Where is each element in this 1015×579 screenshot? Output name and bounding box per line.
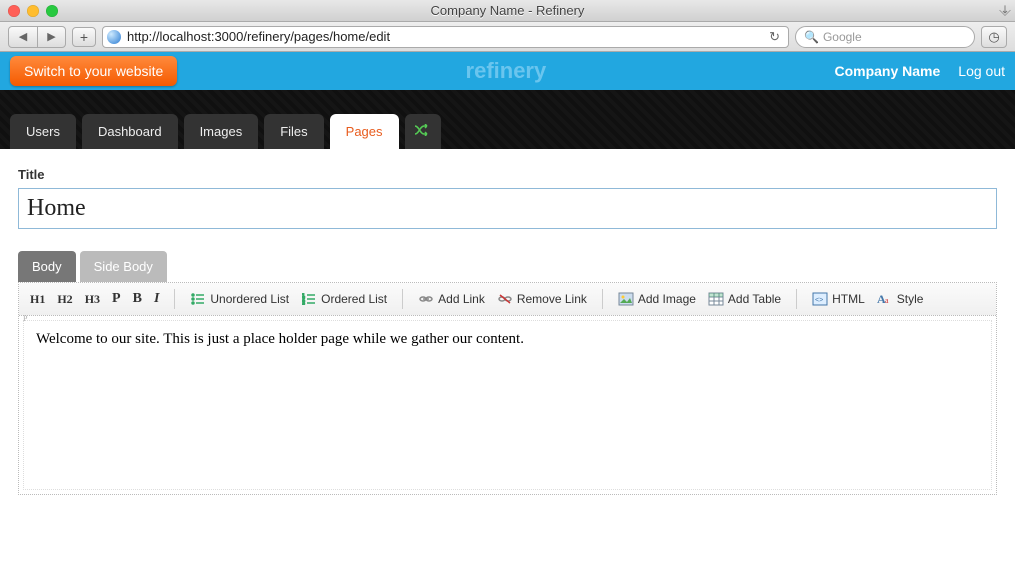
h2-button[interactable]: H2	[54, 290, 75, 309]
paragraph-marker-icon: P	[23, 314, 27, 323]
search-placeholder: Google	[823, 30, 862, 44]
body-tab[interactable]: Body	[18, 251, 76, 282]
editor-text: Welcome to our site. This is just a plac…	[36, 331, 524, 347]
gear-icon: ◷	[988, 29, 999, 45]
link-icon	[418, 291, 434, 307]
separator	[402, 289, 403, 309]
html-icon: <>	[812, 291, 828, 307]
browser-toolbar: ◀ ▶ + http://localhost:3000/refinery/pag…	[0, 22, 1015, 52]
editor: H1 H2 H3 P B I Unordered List 123 Ordere…	[18, 282, 997, 495]
ordered-list-button[interactable]: 123 Ordered List	[298, 289, 390, 309]
unordered-list-icon	[190, 291, 206, 307]
side-body-tab[interactable]: Side Body	[80, 251, 167, 282]
body-tab-row: Body Side Body	[18, 251, 997, 282]
table-icon	[708, 291, 724, 307]
window-title: Company Name - Refinery	[0, 3, 1015, 18]
tab-dashboard[interactable]: Dashboard	[82, 114, 178, 149]
page-title-input[interactable]	[18, 188, 997, 229]
logout-link[interactable]: Log out	[958, 63, 1005, 79]
search-icon: 🔍	[804, 30, 819, 44]
unordered-list-button[interactable]: Unordered List	[187, 289, 292, 309]
url-text: http://localhost:3000/refinery/pages/hom…	[127, 29, 759, 44]
style-icon: Aa	[877, 291, 893, 307]
editor-body[interactable]: P Welcome to our site. This is just a pl…	[23, 320, 992, 490]
remove-link-button[interactable]: Remove Link	[494, 289, 590, 309]
nav-buttons: ◀ ▶	[8, 26, 66, 48]
app-header: Switch to your website refinery Company …	[0, 52, 1015, 90]
tab-files[interactable]: Files	[264, 114, 323, 149]
svg-text:a: a	[885, 296, 889, 305]
forward-button[interactable]: ▶	[37, 27, 65, 47]
nav-strip: Users Dashboard Images Files Pages	[0, 90, 1015, 149]
globe-icon	[107, 30, 121, 44]
separator	[174, 289, 175, 309]
reorder-icon	[415, 124, 431, 136]
company-name[interactable]: Company Name	[834, 63, 940, 79]
ordered-list-icon: 123	[301, 291, 317, 307]
add-image-button[interactable]: Add Image	[615, 289, 699, 309]
search-bar[interactable]: 🔍 Google	[795, 26, 975, 48]
html-button[interactable]: <> HTML	[809, 289, 868, 309]
tab-reorder[interactable]	[405, 114, 441, 149]
italic-button[interactable]: I	[151, 289, 162, 309]
tab-users[interactable]: Users	[10, 114, 76, 149]
switch-to-website-button[interactable]: Switch to your website	[10, 56, 177, 86]
back-button[interactable]: ◀	[9, 27, 37, 47]
h1-button[interactable]: H1	[27, 290, 48, 309]
nav-tab-row: Users Dashboard Images Files Pages	[10, 114, 1005, 149]
svg-text:<>: <>	[815, 297, 823, 304]
editor-toolbar: H1 H2 H3 P B I Unordered List 123 Ordere…	[19, 283, 996, 316]
separator	[796, 289, 797, 309]
reload-icon[interactable]: ↻	[765, 29, 784, 45]
add-bookmark-button[interactable]: +	[72, 27, 96, 47]
bold-button[interactable]: B	[130, 289, 145, 309]
image-icon	[618, 291, 634, 307]
paragraph-button[interactable]: P	[109, 289, 124, 309]
separator	[602, 289, 603, 309]
tab-images[interactable]: Images	[184, 114, 259, 149]
brand-logo: refinery	[187, 58, 824, 84]
content-area: Title Body Side Body H1 H2 H3 P B I Unor…	[0, 149, 1015, 513]
title-label: Title	[18, 167, 997, 182]
style-button[interactable]: Aa Style	[874, 289, 927, 309]
unlink-icon	[497, 291, 513, 307]
window-titlebar: Company Name - Refinery ⇲	[0, 0, 1015, 22]
add-link-button[interactable]: Add Link	[415, 289, 488, 309]
add-table-button[interactable]: Add Table	[705, 289, 784, 309]
h3-button[interactable]: H3	[82, 290, 103, 309]
browser-menu-button[interactable]: ◷	[981, 26, 1007, 48]
address-bar[interactable]: http://localhost:3000/refinery/pages/hom…	[102, 26, 789, 48]
svg-text:3: 3	[302, 301, 305, 305]
tab-pages[interactable]: Pages	[330, 114, 399, 149]
